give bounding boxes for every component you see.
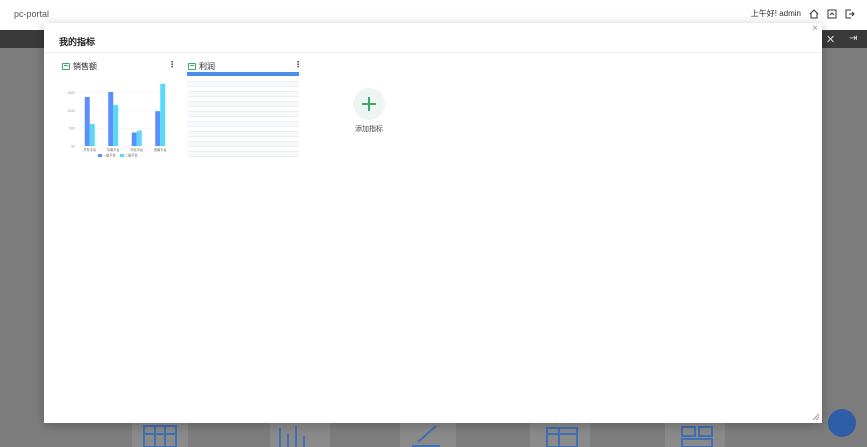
profit-table [187, 72, 299, 157]
card-header: 销售额 ⋮ [62, 60, 176, 72]
table-icon [546, 427, 578, 447]
table-cell [271, 151, 299, 157]
metrics-icon[interactable] [827, 9, 837, 19]
user-name[interactable]: admin [779, 9, 801, 18]
bar [160, 83, 166, 146]
toolbar-expand-icon[interactable]: ⇥ [849, 33, 857, 44]
add-metric-label: 添加指标 [355, 126, 383, 133]
bar [136, 130, 142, 146]
metric-card-sales[interactable]: 销售额 ⋮ 1500 1000 500 0k 华东平台 华南平台 华北平台 西南平台一级平台 二… [60, 58, 178, 163]
header-right: 上午好! admin [751, 8, 855, 19]
home-icon[interactable] [809, 8, 819, 19]
metric-icon [62, 62, 70, 70]
more-icon[interactable]: ⋮ [294, 60, 302, 70]
card-header: 利润 ⋮ [188, 60, 302, 72]
chart-icon [279, 426, 305, 447]
table-cell [243, 151, 271, 157]
bar [155, 111, 161, 146]
metric-icon [188, 62, 196, 70]
add-metric-button[interactable] [353, 88, 385, 120]
bar [113, 105, 119, 146]
y-tick-label: 1000 [67, 109, 75, 113]
dashboard-icon [681, 426, 713, 447]
card-title: 利润 [199, 61, 215, 71]
app-title: pc-portal [14, 9, 50, 19]
legend-swatch [98, 154, 102, 157]
modal-title: 我的指标 [59, 37, 96, 47]
bar [84, 96, 90, 146]
greeting: 上午好! admin [751, 8, 801, 19]
bar [131, 132, 137, 146]
legend-swatch [120, 154, 124, 157]
sales-bar-chart: 1500 1000 500 0k 华东平台 华南平台 华北平台 西南平台一级平台 二级平台 [67, 83, 172, 158]
edit-icon [412, 425, 440, 447]
x-tick-label: 华北平台 [130, 147, 143, 152]
y-tick-label: 0k [71, 145, 75, 149]
card-title: 销售额 [73, 61, 97, 71]
modal-divider [44, 52, 822, 53]
chat-bot-button[interactable] [828, 409, 856, 437]
add-metric[interactable]: 添加指标 [344, 88, 394, 134]
x-tick-label: 华东平台 [83, 147, 96, 152]
table-cell [187, 151, 215, 157]
metrics-modal: 我的指标 × 销售额 ⋮ 1500 1000 500 0k 华东平台 华南平台 华北平台 西南… [44, 23, 822, 423]
y-tick-label: 500 [69, 127, 75, 131]
grid-icon [143, 425, 177, 447]
resize-handle-icon[interactable] [812, 413, 820, 421]
legend-label: 二级平台 [125, 153, 138, 158]
toolbar-close-icon[interactable]: ✕ [826, 33, 835, 46]
table-cell [215, 151, 243, 157]
x-tick-label: 华南平台 [107, 147, 120, 152]
x-tick-label: 西南平台 [154, 147, 167, 152]
greeting-text: 上午好! [750, 9, 777, 18]
y-tick-label: 1500 [67, 91, 75, 95]
bar [89, 123, 95, 146]
close-icon[interactable]: × [812, 23, 818, 34]
more-icon[interactable]: ⋮ [168, 60, 176, 70]
logout-icon[interactable] [845, 9, 855, 19]
table-row [187, 151, 299, 157]
bar [108, 91, 114, 146]
legend-label: 一级平台 [103, 153, 116, 158]
